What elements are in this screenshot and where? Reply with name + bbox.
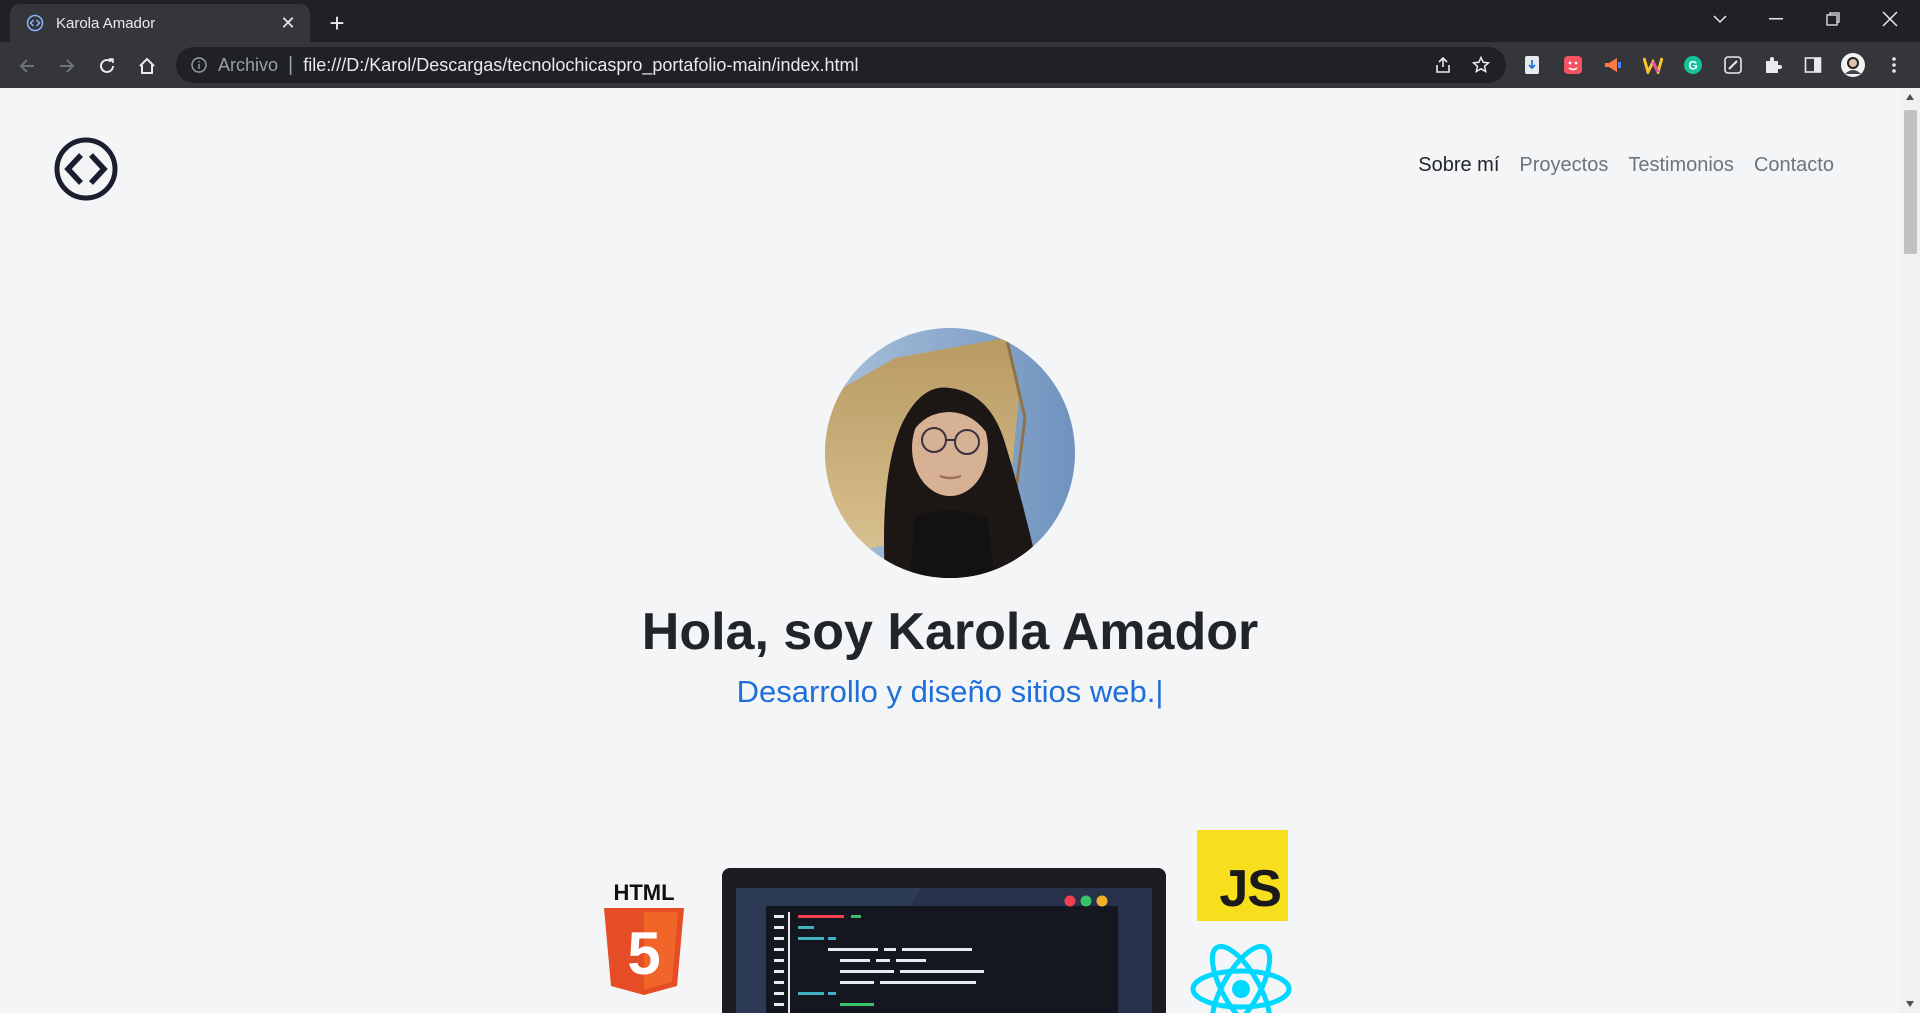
url-scheme-label: Archivo <box>218 54 279 75</box>
html5-label: HTML <box>613 880 674 905</box>
share-icon[interactable] <box>1428 50 1458 80</box>
forward-icon[interactable] <box>50 49 84 83</box>
megaphone-icon[interactable] <box>1599 51 1627 79</box>
grammarly-icon[interactable]: G <box>1679 51 1707 79</box>
tomato-timer-icon[interactable] <box>1559 51 1587 79</box>
extensions-puzzle-icon[interactable] <box>1759 51 1787 79</box>
laptop-code-illustration <box>722 868 1166 1013</box>
svg-text:G: G <box>1688 59 1697 73</box>
typing-cursor: | <box>1155 674 1164 709</box>
info-icon[interactable] <box>188 54 210 76</box>
scroll-up-arrow-icon[interactable] <box>1900 88 1920 106</box>
nav-link-sobre-mi[interactable]: Sobre mí <box>1418 154 1499 177</box>
close-tab-icon[interactable]: ✕ <box>276 11 300 35</box>
page-scrollbar[interactable] <box>1900 88 1920 1013</box>
browser-tab[interactable]: Karola Amador ✕ <box>10 4 310 42</box>
page-viewport: Sobre mí Proyectos Testimonios Contacto <box>0 88 1900 1013</box>
nav-link-proyectos[interactable]: Proyectos <box>1519 154 1608 177</box>
react-logo-icon <box>1188 943 1294 1013</box>
home-icon[interactable] <box>130 49 164 83</box>
reload-icon[interactable] <box>90 49 124 83</box>
nav-link-testimonios[interactable]: Testimonios <box>1628 154 1734 177</box>
bookmark-star-icon[interactable] <box>1466 50 1496 80</box>
back-icon[interactable] <box>10 49 44 83</box>
javascript-logo-icon: JS <box>1197 830 1288 921</box>
nav-link-contacto[interactable]: Contacto <box>1754 154 1834 177</box>
browser-toolbar: Archivo | file:///D:/Karol/Descargas/tec… <box>0 42 1920 88</box>
side-panel-icon[interactable] <box>1799 51 1827 79</box>
close-window-icon[interactable] <box>1862 0 1918 38</box>
profile-photo <box>825 328 1075 578</box>
js-label: JS <box>1219 860 1282 918</box>
html5-number: 5 <box>627 920 660 987</box>
profile-avatar-icon[interactable] <box>1839 51 1867 79</box>
save-to-drive-icon[interactable] <box>1518 51 1546 79</box>
hero-subtitle-text: Desarrollo y diseño sitios web. <box>736 674 1156 709</box>
hero-subtitle: Desarrollo y diseño sitios web.| <box>0 674 1900 710</box>
url-text[interactable]: file:///D:/Karol/Descargas/tecnolochicas… <box>303 55 858 76</box>
minimize-icon[interactable] <box>1748 0 1804 38</box>
restore-icon[interactable] <box>1805 0 1861 38</box>
code-favicon-icon <box>24 12 46 34</box>
browser-menu-icon[interactable] <box>1880 51 1908 79</box>
scrollbar-thumb[interactable] <box>1904 110 1917 254</box>
browser-tab-bar: Karola Amador ✕ + <box>0 0 1920 42</box>
main-nav: Sobre mí Proyectos Testimonios Contacto <box>1418 154 1834 177</box>
address-bar[interactable]: Archivo | file:///D:/Karol/Descargas/tec… <box>176 47 1506 83</box>
w-extension-icon[interactable] <box>1639 51 1667 79</box>
html5-logo-icon: HTML 5 <box>600 878 688 996</box>
scroll-down-arrow-icon[interactable] <box>1900 995 1920 1013</box>
edit-icon[interactable] <box>1719 51 1747 79</box>
hero-title: Hola, soy Karola Amador <box>641 603 1259 661</box>
url-divider: | <box>288 53 294 76</box>
tab-search-icon[interactable] <box>1692 0 1748 38</box>
tab-title: Karola Amador <box>56 14 156 32</box>
site-logo-code-icon[interactable] <box>54 137 118 201</box>
new-tab-button[interactable]: + <box>322 8 352 38</box>
